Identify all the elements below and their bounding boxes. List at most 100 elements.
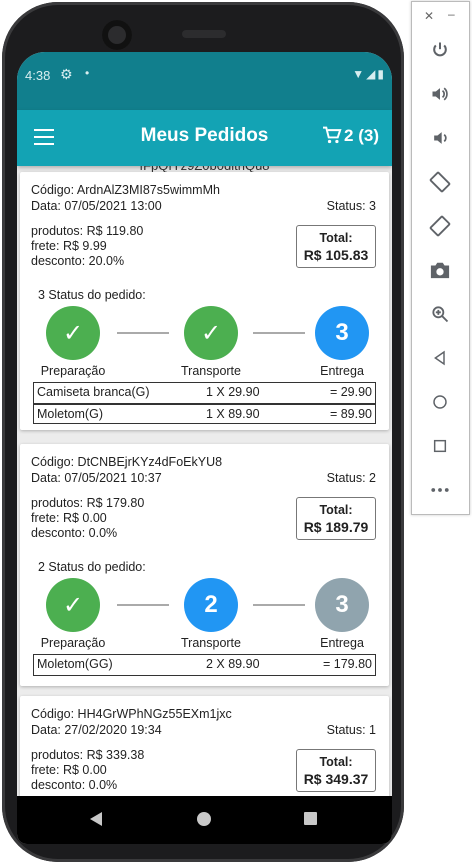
order-code: Código: ArdnAlZ3MI87s5wimmMh	[31, 183, 220, 197]
total-box: Total: R$ 105.83	[296, 225, 376, 268]
total-label: Total:	[319, 755, 353, 769]
step-connector	[117, 604, 169, 606]
order-status: Status: 3	[326, 199, 376, 213]
order-desconto: desconto: 0.0%	[31, 778, 118, 792]
cart-button[interactable]: 2 (3)	[322, 126, 379, 146]
cart-icon	[323, 126, 342, 144]
settings-gear-icon: ⚙	[60, 66, 73, 82]
step-entrega: 3 Entrega	[297, 578, 387, 650]
check-icon: ✓	[184, 306, 238, 360]
close-icon[interactable]: ✕	[424, 9, 434, 23]
order-code: Código: DtCNBEjrKYz4dFoEkYU8	[31, 455, 223, 469]
step-transporte: 2 Transporte	[166, 578, 256, 650]
overview-icon[interactable]	[426, 432, 454, 460]
volume-down-icon[interactable]	[426, 124, 454, 152]
total-value: R$ 349.37	[303, 771, 369, 787]
status-time: 4:38	[25, 68, 51, 83]
nav-recent-icon[interactable]	[304, 812, 317, 825]
item-name: Camiseta branca(G)	[37, 385, 150, 399]
step-label: Preparação	[40, 636, 106, 650]
order-frete: frete: R$ 0.00	[31, 763, 107, 777]
order-date: Data: 27/02/2020 19:34	[31, 723, 162, 737]
nav-back-icon[interactable]	[90, 812, 102, 826]
item-name: Moletom(GG)	[37, 657, 113, 671]
order-frete: frete: R$ 0.00	[31, 511, 107, 525]
total-value: R$ 189.79	[303, 519, 369, 535]
item-row: Moletom(GG) 2 X 89.90 = 179.80	[34, 655, 375, 675]
item-qty: 2 X 89.90	[206, 657, 260, 671]
more-icon[interactable]	[426, 476, 454, 504]
item-subtotal: = 89.90	[329, 407, 372, 421]
nav-home-icon[interactable]	[197, 812, 211, 826]
check-icon: ✓	[46, 306, 100, 360]
order-date: Data: 07/05/2021 10:37	[31, 471, 162, 485]
order-card[interactable]: Código: ArdnAlZ3MI87s5wimmMh Data: 07/05…	[20, 172, 389, 430]
step-number: 3	[315, 578, 369, 632]
status-stepper: ✓ Preparação 2 Transporte 3 Entrega	[20, 578, 389, 650]
order-produtos: produtos: R$ 339.38	[31, 748, 145, 762]
item-qty: 1 X 29.90	[206, 385, 260, 399]
step-label: Entrega	[320, 364, 364, 378]
rotate-right-icon[interactable]	[426, 212, 454, 240]
item-subtotal: = 179.80	[322, 657, 372, 671]
status-title: 3 Status do pedido:	[38, 288, 146, 302]
power-icon[interactable]	[426, 36, 454, 64]
item-row: Camiseta branca(G) 1 X 29.90 = 29.90	[34, 383, 375, 403]
status-stepper: ✓ Preparação ✓ Transporte 3 Entrega	[20, 306, 389, 378]
orders-list[interactable]: fFpQfYz9Z0b0ditnQu8 Código: ArdnAlZ3MI87…	[17, 166, 392, 796]
signal-battery-icon: ▼◢▮	[352, 67, 386, 81]
step-preparacao: ✓ Preparação	[28, 306, 118, 378]
order-produtos: produtos: R$ 119.80	[31, 224, 144, 238]
app-bar: Meus Pedidos 2 (3)	[17, 110, 392, 166]
total-value: R$ 105.83	[303, 247, 369, 263]
back-icon[interactable]	[426, 344, 454, 372]
phone-screen: 4:38 ⚙ • ▼◢▮ Meus Pedidos 2 (3) fFpQfYz9…	[17, 52, 392, 844]
total-box: Total: R$ 349.37	[296, 749, 376, 792]
item-subtotal: = 29.90	[329, 385, 372, 399]
items-table: Camiseta branca(G) 1 X 29.90 = 29.90 Mol…	[33, 382, 376, 424]
order-date: Data: 07/05/2021 13:00	[31, 199, 162, 213]
camera-icon[interactable]	[426, 256, 454, 284]
volume-up-icon[interactable]	[426, 80, 454, 108]
status-title: 2 Status do pedido:	[38, 560, 146, 574]
toolbar-window-controls: ✕ –	[412, 7, 469, 23]
order-card[interactable]: Código: HH4GrWPhNGz55EXm1jxc Data: 27/02…	[20, 696, 389, 796]
notification-dot-icon: •	[85, 66, 90, 80]
rotate-left-icon[interactable]	[426, 168, 454, 196]
item-row: Moletom(G) 1 X 89.90 = 89.90	[34, 403, 375, 423]
step-number: 2	[184, 578, 238, 632]
check-icon: ✓	[46, 578, 100, 632]
order-desconto: desconto: 0.0%	[31, 526, 118, 540]
status-bar: 4:38 ⚙ • ▼◢▮	[17, 52, 392, 110]
items-table: Moletom(GG) 2 X 89.90 = 179.80	[33, 654, 376, 676]
order-card[interactable]: Código: DtCNBEjrKYz4dFoEkYU8 Data: 07/05…	[20, 444, 389, 686]
total-box: Total: R$ 189.79	[296, 497, 376, 540]
order-status: Status: 1	[326, 723, 376, 737]
item-qty: 1 X 89.90	[206, 407, 260, 421]
order-desconto: desconto: 20.0%	[31, 254, 125, 268]
zoom-icon[interactable]	[426, 300, 454, 328]
step-label: Preparação	[40, 364, 106, 378]
order-status: Status: 2	[326, 471, 376, 485]
emulator-toolbar: ✕ –	[411, 1, 470, 515]
step-number: 3	[315, 306, 369, 360]
front-camera	[102, 20, 132, 50]
speaker	[182, 30, 226, 38]
phone-frame: 4:38 ⚙ • ▼◢▮ Meus Pedidos 2 (3) fFpQfYz9…	[2, 2, 404, 862]
step-entrega: 3 Entrega	[297, 306, 387, 378]
step-transporte: ✓ Transporte	[166, 306, 256, 378]
order-frete: frete: R$ 9.99	[31, 239, 107, 253]
step-preparacao: ✓ Preparação	[28, 578, 118, 650]
step-label: Entrega	[320, 636, 364, 650]
total-label: Total:	[319, 231, 353, 245]
cart-count: 2 (3)	[344, 126, 379, 145]
order-produtos: produtos: R$ 179.80	[31, 496, 145, 510]
step-connector	[117, 332, 169, 334]
order-code: Código: HH4GrWPhNGz55EXm1jxc	[31, 707, 232, 721]
minimize-icon[interactable]: –	[448, 7, 455, 21]
step-label: Transporte	[181, 636, 241, 650]
item-name: Moletom(G)	[37, 407, 103, 421]
home-icon[interactable]	[426, 388, 454, 416]
step-label: Transporte	[181, 364, 241, 378]
total-label: Total:	[319, 503, 353, 517]
